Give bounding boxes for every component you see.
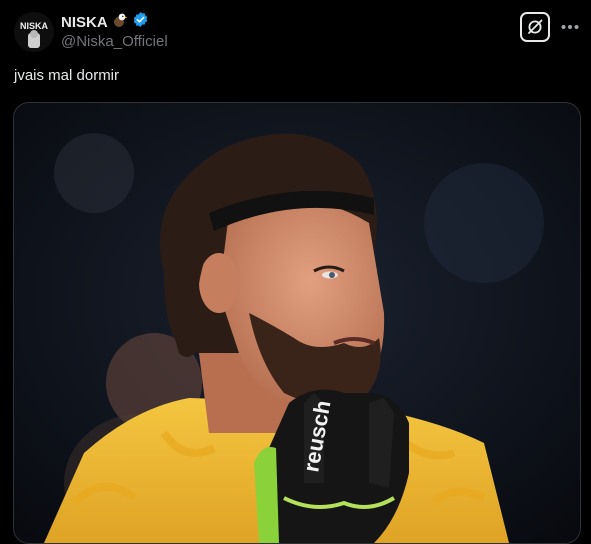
more-icon (561, 25, 579, 29)
grok-button[interactable] (520, 12, 550, 42)
display-name[interactable]: NISKA (61, 14, 108, 31)
avatar[interactable]: NISKA (14, 12, 54, 52)
grok-icon (528, 19, 543, 34)
tweet: NISKA NISKA @Niska_Officiel jvais mal do… (0, 0, 591, 544)
handle[interactable]: @Niska_Officiel (61, 33, 168, 50)
tweet-photo[interactable]: reusch (13, 102, 581, 544)
tweet-text: jvais mal dormir (14, 67, 120, 84)
verified-badge-icon (132, 11, 149, 33)
eagle-emoji-icon (112, 12, 128, 33)
author-names: NISKA @Niska_Officiel (61, 12, 168, 50)
svg-text:NISKA: NISKA (20, 21, 49, 31)
more-button[interactable] (556, 13, 584, 41)
